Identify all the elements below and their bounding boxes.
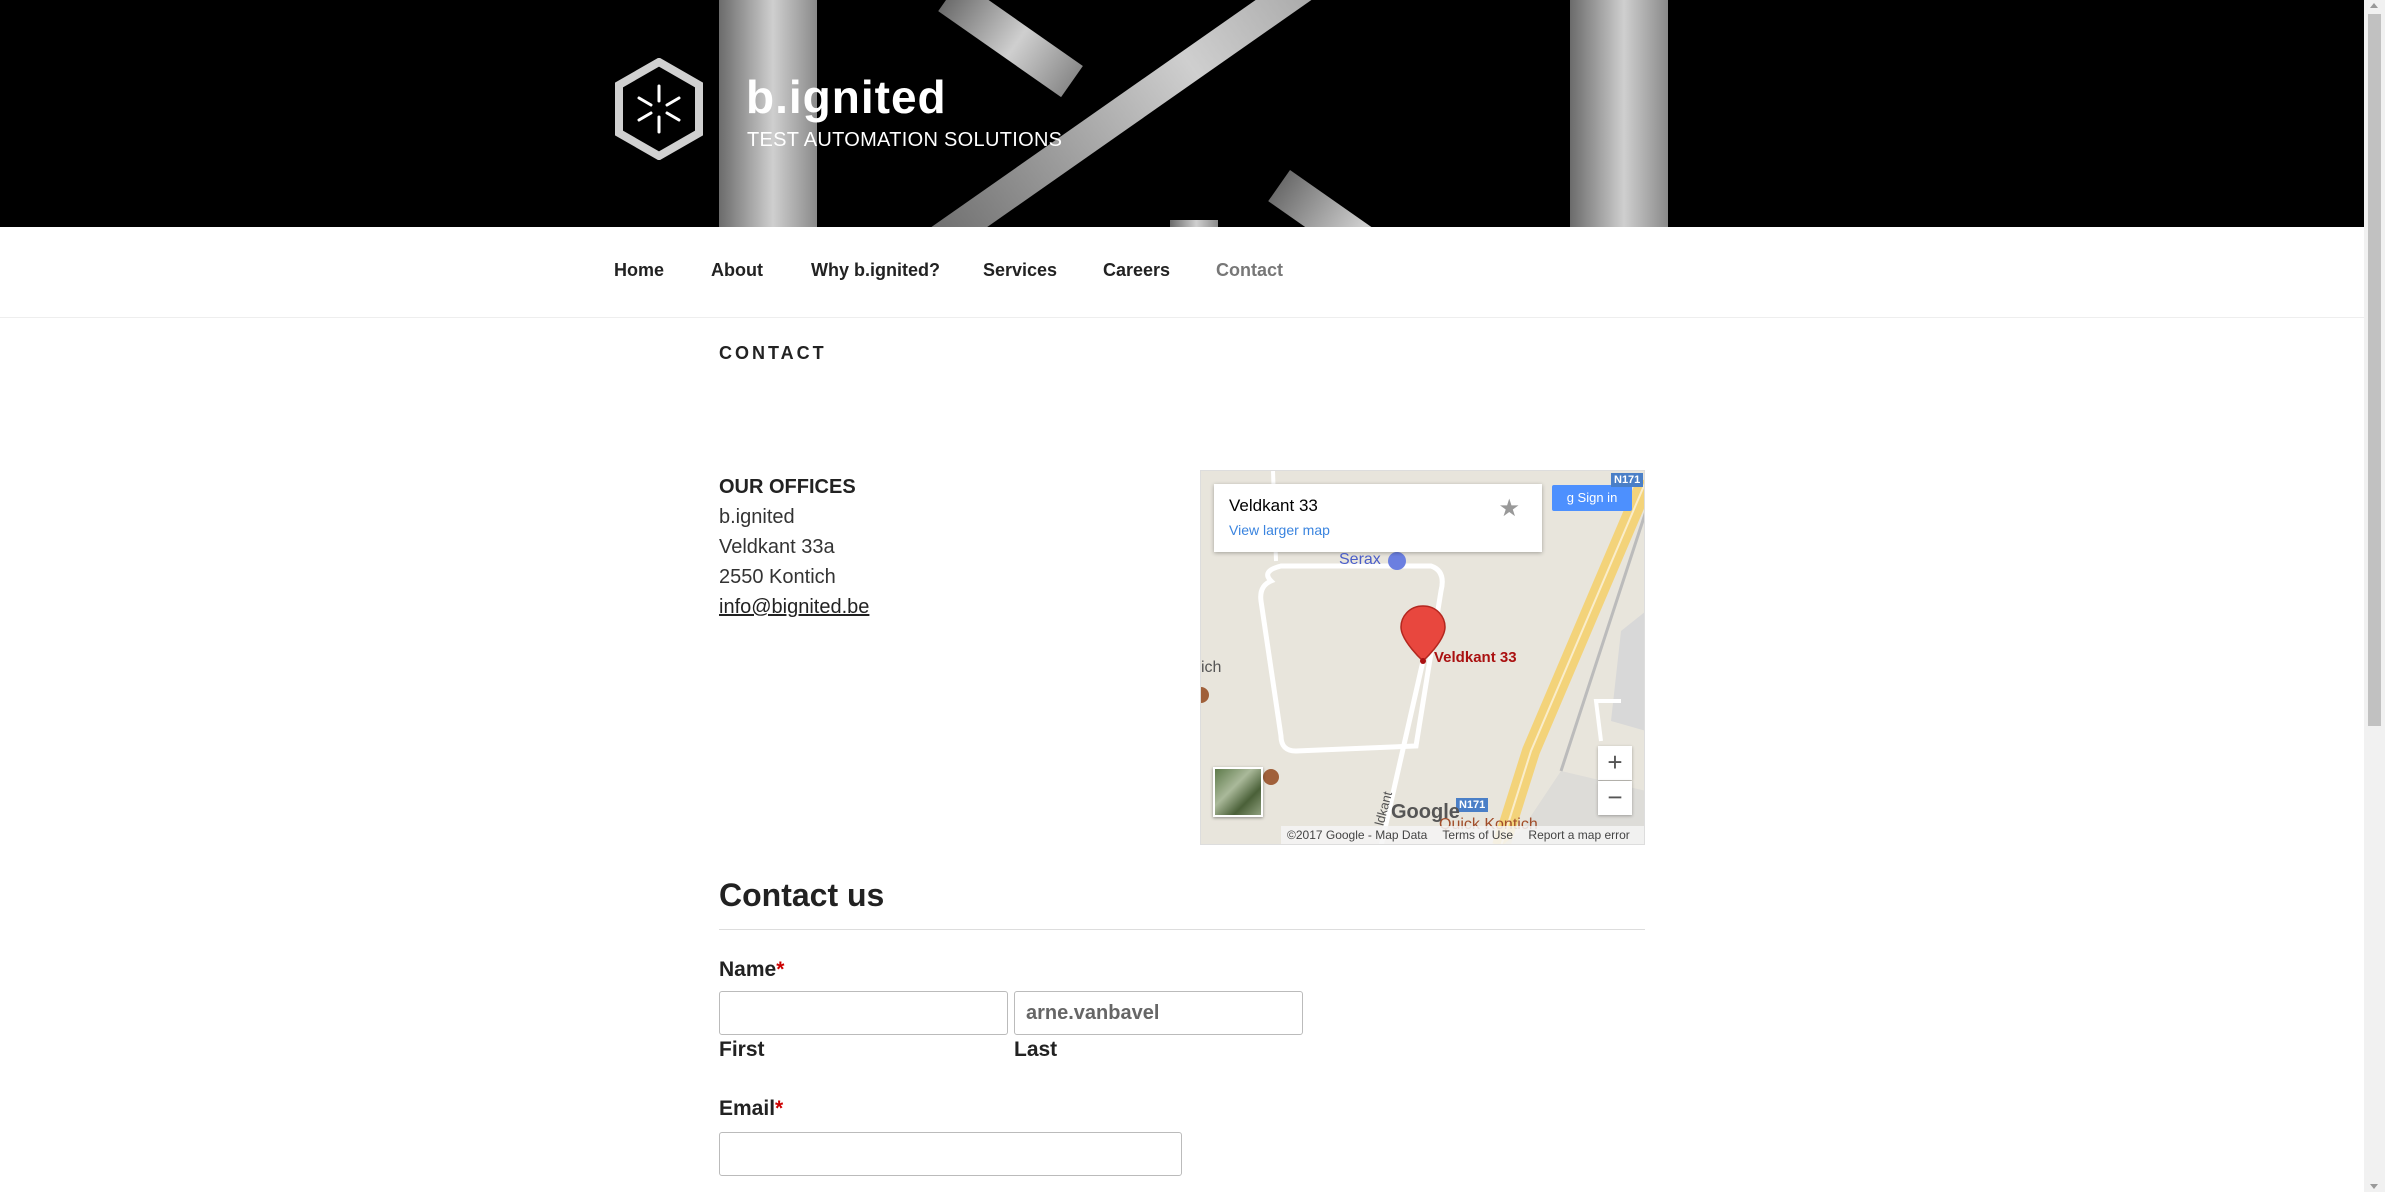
vertical-scrollbar[interactable] (2364, 0, 2385, 1192)
view-larger-map-link[interactable]: View larger map (1229, 522, 1330, 538)
bignited-logo-icon[interactable] (614, 58, 704, 160)
header-decoration-stripe (1268, 170, 1430, 227)
zoom-out-button[interactable]: − (1598, 781, 1632, 815)
map-place-name: Veldkant 33 (1229, 496, 1318, 515)
nav-item-services[interactable]: Services (983, 260, 1057, 281)
road-tag: N171 (1611, 473, 1644, 487)
scroll-down-arrow-icon[interactable] (2370, 1184, 2378, 1189)
header-decoration-stripe (938, 0, 1083, 98)
road-tag: N171 (1456, 798, 1489, 812)
map-copyright: ©2017 Google - Map Data (1287, 828, 1428, 842)
page-title: CONTACT (719, 343, 827, 363)
google-map[interactable]: Veldkant 33 View larger map ★ g Sign in … (1200, 470, 1645, 845)
nav-item-home[interactable]: Home (614, 260, 664, 281)
name-field-label: Name* (719, 958, 784, 982)
nav-item-about[interactable]: About (711, 260, 763, 281)
email-field-label: Email* (719, 1097, 783, 1121)
offices-heading: OUR OFFICES (719, 476, 856, 498)
required-marker: * (775, 1097, 784, 1120)
header-decoration-stripe (1170, 220, 1218, 227)
first-name-sublabel: First (719, 1038, 765, 1061)
scrollbar-thumb[interactable] (2368, 14, 2381, 726)
map-poi-label: Serax (1339, 551, 1381, 568)
map-report-error-link[interactable]: Report a map error (1528, 828, 1629, 842)
site-tagline: TEST AUTOMATION SOLUTIONS (747, 129, 1063, 151)
zoom-in-button[interactable]: + (1598, 746, 1632, 780)
map-terms-link[interactable]: Terms of Use (1442, 828, 1513, 842)
google-g-icon: g (1566, 490, 1578, 505)
map-sign-in-label: Sign in (1577, 490, 1618, 505)
first-name-input[interactable] (719, 991, 1008, 1035)
last-name-input[interactable] (1014, 991, 1303, 1035)
office-company: b.ignited (719, 506, 795, 528)
site-header: b.ignited TEST AUTOMATION SOLUTIONS (0, 0, 2364, 227)
nav-item-why-bignited[interactable]: Why b.ignited? (811, 260, 940, 281)
divider (719, 929, 1645, 930)
save-star-icon[interactable]: ★ (1498, 494, 1520, 523)
name-label-text: Name (719, 958, 777, 981)
map-footer: ©2017 Google - Map Data Terms of Use Rep… (1281, 826, 1644, 844)
office-city: 2550 Kontich (719, 566, 836, 588)
required-marker: * (776, 958, 785, 981)
email-label-text: Email (719, 1097, 776, 1120)
satellite-toggle-button[interactable] (1213, 767, 1263, 817)
email-input[interactable] (719, 1132, 1182, 1176)
map-partial-label: ich (1201, 659, 1222, 676)
site-title[interactable]: b.ignited (746, 70, 947, 124)
last-name-sublabel: Last (1014, 1038, 1058, 1061)
office-email-link[interactable]: info@bignited.be (719, 596, 869, 618)
offices-address-block: OUR OFFICES b.ignited Veldkant 33a 2550 … (719, 472, 869, 622)
nav-item-contact[interactable]: Contact (1216, 260, 1283, 281)
office-street: Veldkant 33a (719, 536, 835, 558)
main-navigation: Home About Why b.ignited? Services Caree… (0, 227, 2364, 318)
scroll-up-arrow-icon[interactable] (2370, 3, 2378, 8)
map-place-card: Veldkant 33 View larger map ★ (1214, 484, 1542, 552)
map-pin-label: Veldkant 33 (1434, 649, 1517, 666)
contact-form-heading: Contact us (719, 877, 885, 913)
map-sign-in-button[interactable]: g Sign in (1552, 485, 1632, 511)
nav-item-careers[interactable]: Careers (1103, 260, 1170, 281)
header-decoration-stripe (1570, 0, 1668, 227)
